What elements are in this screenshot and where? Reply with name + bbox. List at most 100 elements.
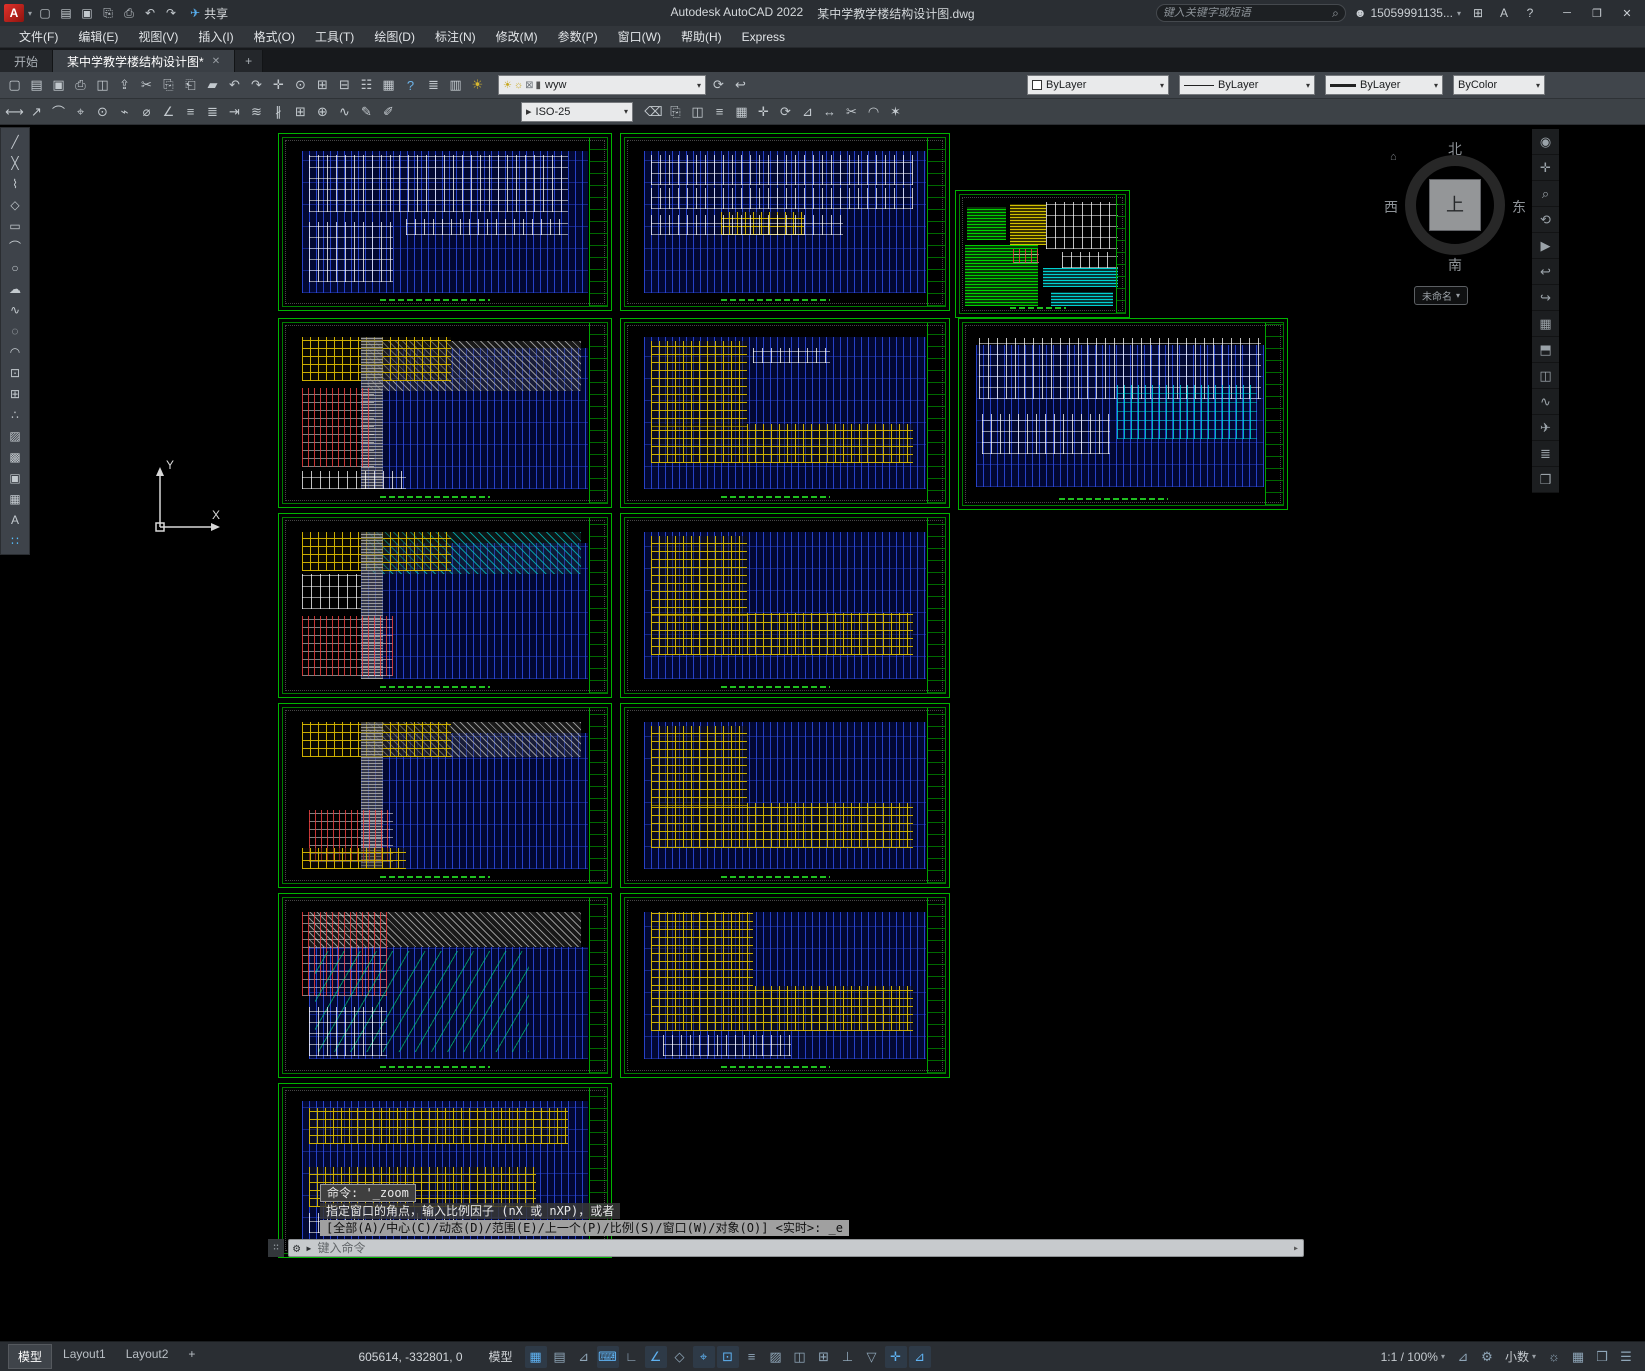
dynamic-ucs-toggle[interactable]: ⊥	[837, 1346, 859, 1368]
mtext-icon[interactable]: A	[3, 509, 27, 530]
viewport-foundation-plan[interactable]	[620, 133, 950, 311]
command-grip[interactable]: ∷	[268, 1239, 284, 1257]
move-icon[interactable]: ✛	[753, 102, 774, 122]
line-icon[interactable]: ╱	[3, 131, 27, 152]
circle-icon[interactable]: ○	[3, 257, 27, 278]
selection-cycling-toggle[interactable]: ◫	[789, 1346, 811, 1368]
offset-icon[interactable]: ≡	[709, 102, 730, 122]
minimize-icon[interactable]: ─	[1553, 3, 1581, 23]
clean-screen-icon[interactable]: ❒	[1591, 1346, 1613, 1368]
drawing-tab[interactable]: 某中学教学楼结构设计图* ✕	[53, 50, 236, 72]
construction-line-icon[interactable]: ╳	[3, 152, 27, 173]
layer-states-icon[interactable]: ▥	[445, 75, 466, 95]
menu-modify[interactable]: 修改(M)	[487, 26, 547, 47]
new-file-icon[interactable]: ▢	[36, 4, 54, 22]
customize-icon[interactable]: ☰	[1615, 1346, 1637, 1368]
table-icon[interactable]: ▦	[3, 488, 27, 509]
search-box[interactable]: ⌕	[1155, 4, 1346, 22]
help-icon[interactable]: ?	[400, 75, 421, 95]
plot-icon[interactable]: ⎙	[70, 75, 91, 95]
object-snap-toggle[interactable]: ⊡	[716, 1345, 739, 1368]
layer-freeze-icon[interactable]: ☼	[514, 80, 523, 91]
dim-arc-length-icon[interactable]: ⌒	[48, 102, 69, 122]
recent-commands-icon[interactable]: ▸	[305, 1241, 312, 1255]
linetype-control[interactable]: ByLayer ▾	[1179, 75, 1315, 95]
chevron-down-icon[interactable]: ▾	[1306, 81, 1310, 90]
model-tab[interactable]: 模型	[8, 1344, 53, 1369]
annotation-scale-icon[interactable]: ⊿	[1452, 1346, 1474, 1368]
cut-icon[interactable]: ✂	[136, 75, 157, 95]
arc-icon[interactable]: ⌒	[3, 236, 27, 257]
zoom-realtime-icon[interactable]: ⊙	[290, 75, 311, 95]
match-properties-icon[interactable]: ▰	[202, 75, 223, 95]
plot-icon[interactable]: ⎙	[120, 4, 138, 22]
open-file-icon[interactable]: ▤	[57, 4, 75, 22]
viewcube-west[interactable]: 西	[1384, 197, 1398, 217]
dimension-style-control[interactable]: ▸ ISO-25 ▾	[521, 101, 633, 122]
dim-radius-icon[interactable]: ⊙	[92, 102, 113, 122]
redo-icon[interactable]: ↷	[162, 4, 180, 22]
walk-fly-icon[interactable]: ∿	[1532, 389, 1559, 415]
menu-insert[interactable]: 插入(I)	[189, 26, 242, 47]
viewport-floor4-beam-right[interactable]	[620, 703, 950, 888]
zoom-scale-button[interactable]: 1:1 / 100% ▾	[1381, 1350, 1445, 1364]
infer-constraints-toggle[interactable]: ⊿	[573, 1346, 595, 1368]
viewport-floor5-beam-left[interactable]	[278, 893, 612, 1078]
new-layout-button[interactable]: +	[179, 1344, 204, 1369]
dim-ordinate-icon[interactable]: ⌖	[70, 102, 91, 122]
viewport-floor2-beam-left[interactable]	[278, 318, 612, 508]
dim-baseline-icon[interactable]: ≣	[202, 102, 223, 122]
view-top-icon[interactable]: ⬒	[1532, 337, 1559, 363]
scale-icon[interactable]: ⊿	[797, 102, 818, 122]
search-input[interactable]	[1162, 7, 1329, 19]
dim-space-icon[interactable]: ≋	[246, 102, 267, 122]
erase-icon[interactable]: ⌫	[643, 102, 664, 122]
undo-icon[interactable]: ↶	[141, 4, 159, 22]
ellipse-arc-icon[interactable]: ◠	[3, 341, 27, 362]
full-screen-icon[interactable]: ❒	[1532, 467, 1559, 493]
dim-angular-icon[interactable]: ∠	[158, 102, 179, 122]
zoom-window-icon[interactable]: ⊞	[312, 75, 333, 95]
chevron-down-icon[interactable]: ▾	[1434, 81, 1438, 90]
menu-help[interactable]: 帮助(H)	[672, 26, 731, 47]
viewport-floor5-beam-right[interactable]	[620, 893, 950, 1078]
3d-object-snap-toggle[interactable]: ⊞	[813, 1346, 835, 1368]
viewport-roof-framing[interactable]	[958, 318, 1288, 510]
help-icon[interactable]: ?	[1521, 4, 1539, 22]
ortho-toggle[interactable]: ∟	[621, 1346, 643, 1368]
account-button[interactable]: ☻ 15059991135... ▾	[1354, 6, 1461, 20]
polyline-icon[interactable]: ⌇	[3, 173, 27, 194]
nav-orbit-icon[interactable]: ⟲	[1532, 207, 1559, 233]
menu-parametric[interactable]: 参数(P)	[549, 26, 607, 47]
gizmo-toggle[interactable]: ✛	[884, 1345, 907, 1368]
layer-lock-icon[interactable]: ⊠	[525, 80, 533, 91]
command-input-bar[interactable]: ⚙ ▸ ▸	[288, 1239, 1304, 1257]
maximize-icon[interactable]: ❐	[1583, 3, 1611, 23]
menu-draw[interactable]: 绘图(D)	[365, 26, 424, 47]
scroll-right-icon[interactable]: ▸	[1293, 1243, 1299, 1254]
create-block-icon[interactable]: ⊞	[3, 383, 27, 404]
menu-edit[interactable]: 编辑(E)	[69, 26, 127, 47]
copy-object-icon[interactable]: ⎘	[665, 102, 686, 122]
dynamic-input-toggle[interactable]: ⌨	[596, 1345, 619, 1368]
fillet-icon[interactable]: ◠	[863, 102, 884, 122]
layer-color-swatch-icon[interactable]: ▮	[536, 80, 542, 91]
rectangle-icon[interactable]: ▭	[3, 215, 27, 236]
lineweight-control[interactable]: ByLayer ▾	[1325, 75, 1443, 95]
close-tab-icon[interactable]: ✕	[212, 56, 220, 67]
viewport-floor2-beam-right[interactable]	[620, 318, 950, 508]
viewcube-east[interactable]: 东	[1512, 197, 1526, 217]
annotation-autoscale-icon[interactable]: ⚙	[1476, 1346, 1498, 1368]
menu-format[interactable]: 格式(O)	[245, 26, 304, 47]
close-icon[interactable]: ✕	[1613, 3, 1641, 23]
selection-filter-toggle[interactable]: ▽	[861, 1346, 883, 1368]
menu-tools[interactable]: 工具(T)	[306, 26, 363, 47]
hatch-icon[interactable]: ▨	[3, 425, 27, 446]
viewport-floor3-beam-left[interactable]	[278, 513, 612, 698]
camera-icon[interactable]: ◫	[1532, 363, 1559, 389]
paste-icon[interactable]: ⎗	[180, 75, 201, 95]
chevron-down-icon[interactable]: ▾	[1160, 81, 1164, 90]
revision-cloud-icon[interactable]: ☁	[3, 278, 27, 299]
zoom-previous-icon[interactable]: ⊟	[334, 75, 355, 95]
stretch-icon[interactable]: ↔	[819, 102, 840, 122]
